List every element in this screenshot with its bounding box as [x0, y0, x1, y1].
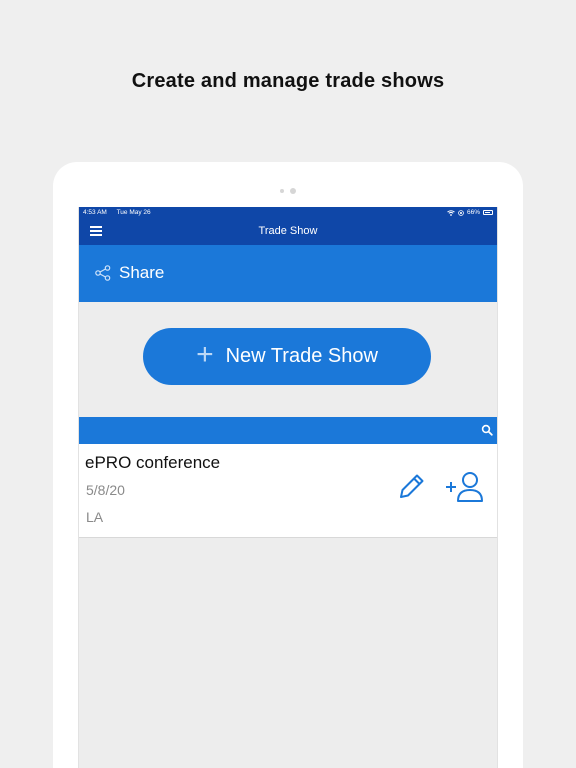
trade-show-date: 5/8/20	[86, 482, 125, 498]
battery-icon	[483, 210, 493, 215]
share-label: Share	[119, 263, 165, 282]
tablet-camera	[53, 182, 523, 194]
app-screen: 4:53 AM Tue May 26 66% Trade Show Share …	[78, 207, 498, 768]
status-bar: 4:53 AM Tue May 26 66%	[79, 207, 497, 218]
search-bar	[79, 417, 497, 444]
share-icon	[95, 265, 111, 281]
battery-percent: 66%	[466, 209, 480, 216]
share-button[interactable]: Share	[95, 263, 164, 283]
nav-bar: Trade Show	[79, 218, 497, 245]
share-bar: Share	[79, 245, 497, 302]
trade-show-location: LA	[86, 509, 104, 525]
plus-icon: +	[196, 338, 214, 371]
add-user-icon[interactable]	[445, 470, 485, 504]
status-date: Tue May 26	[116, 209, 151, 216]
page-title: Trade Show	[258, 225, 318, 237]
new-trade-show-label: New Trade Show	[225, 345, 378, 367]
orientation-lock-icon	[458, 209, 464, 216]
marketing-headline: Create and manage trade shows	[131, 70, 445, 92]
trade-show-name: ePRO conference	[85, 453, 221, 472]
status-time: 4:53 AM	[83, 209, 107, 216]
wifi-icon	[447, 209, 455, 216]
trade-show-list-item[interactable]: ePRO conference 5/8/20 LA	[79, 444, 497, 538]
new-trade-show-button[interactable]: + New Trade Show	[143, 328, 431, 385]
search-icon[interactable]	[481, 424, 493, 436]
pencil-icon[interactable]	[397, 471, 427, 501]
